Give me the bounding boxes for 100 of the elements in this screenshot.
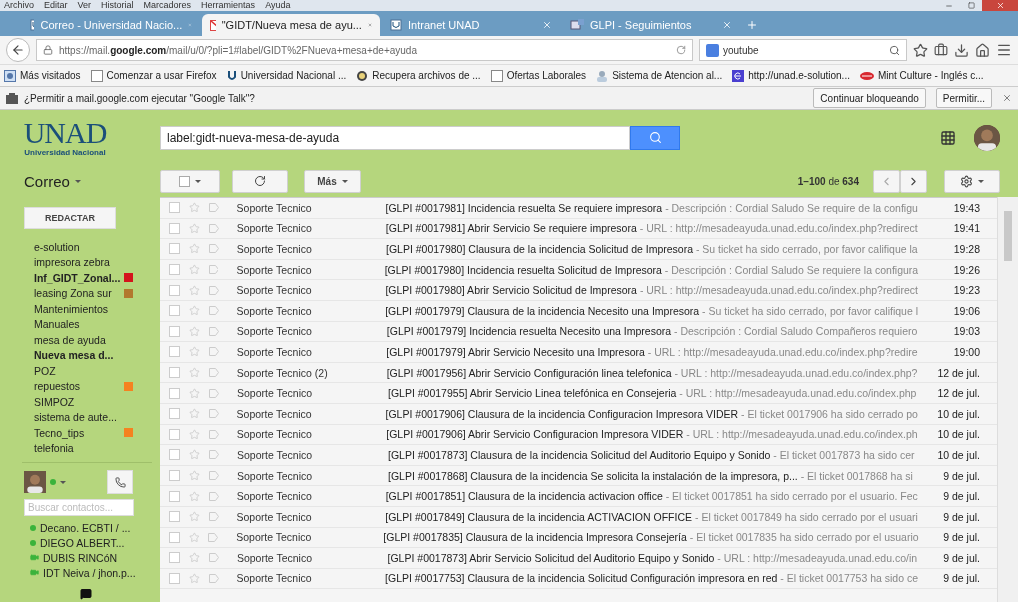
bookmark-item[interactable]: Comenzar a usar Firefox xyxy=(90,69,217,82)
label-item[interactable]: Inf_GIDT_Zonal... xyxy=(0,270,160,286)
checkbox[interactable] xyxy=(169,284,180,296)
email-row[interactable]: Soporte Tecnico [GLPI #0017980] Abrir Servicio Solicitud de Impresora - URL : http://mesadeayuda.unad.edu.co/index.php?redirect 19:23 xyxy=(160,280,997,301)
importance-marker-icon[interactable] xyxy=(208,429,219,439)
email-row[interactable]: Soporte Tecnico [GLPI #0017873] Abrir Servicio Solicitud del Auditorio Equipo y Sonido - URL : http://mesadeayuda.unad.edu.co/in 9 de jul. xyxy=(160,548,997,569)
label-item[interactable]: POZ xyxy=(0,363,160,379)
label-name[interactable]: e-solution xyxy=(34,240,133,253)
checkbox[interactable] xyxy=(169,264,180,276)
label-item[interactable]: sistema de aute... xyxy=(0,409,160,425)
label-item[interactable]: telefonia xyxy=(0,440,160,456)
star-icon[interactable] xyxy=(189,387,200,399)
email-row[interactable]: Soporte Tecnico [GLPI #0017979] Clausura de la incidencia Necesito una Impresora - Su ticket ha sido cerrado, por favor califique l 19:06 xyxy=(160,300,997,322)
star-icon[interactable] xyxy=(188,325,200,337)
label-name[interactable]: SIMPOZ xyxy=(34,395,133,408)
email-row[interactable]: Soporte Tecnico [GLPI #0017753] Clausura de la incidencia Solicitud Configuración impresora en red - El ticket 0017753 ha sido ce 9 de jul. xyxy=(160,568,997,590)
importance-marker-icon[interactable] xyxy=(208,223,219,233)
refresh-button[interactable] xyxy=(232,169,288,193)
contact-item[interactable]: Decano. ECBTI / ... xyxy=(0,520,160,535)
email-row[interactable]: Soporte Tecnico [GLPI #0017868] Clausura de la incidencia Se solicita la instalación de la impresora, p... - El ticket 0017868 ha si 9 de jul. xyxy=(160,465,997,487)
star-icon[interactable] xyxy=(188,243,200,255)
menu-item[interactable]: Ver xyxy=(77,0,92,11)
bookmark-star-icon[interactable] xyxy=(913,42,928,58)
checkbox[interactable] xyxy=(169,552,180,564)
download-icon[interactable] xyxy=(954,42,969,58)
close-icon[interactable] xyxy=(1002,93,1012,103)
bookmark-item[interactable]: http://unad.e-solution... xyxy=(732,69,850,82)
label-item[interactable]: leasing Zona sur xyxy=(0,285,160,301)
importance-marker-icon[interactable] xyxy=(208,347,219,357)
importance-marker-icon[interactable] xyxy=(208,409,219,419)
label-name[interactable]: telefonia xyxy=(34,442,133,455)
label-name[interactable]: impresora zebra xyxy=(34,256,133,269)
star-icon[interactable] xyxy=(188,305,200,317)
bookmark-item[interactable]: Sistema de Atencion al... xyxy=(596,69,723,82)
compose-button[interactable]: REDACTAR xyxy=(24,207,116,229)
bookmark-item[interactable]: Universidad Nacional ... xyxy=(226,69,347,82)
checkbox[interactable] xyxy=(169,449,180,461)
importance-marker-icon[interactable] xyxy=(208,491,219,501)
importance-marker-icon[interactable] xyxy=(208,265,219,275)
checkbox[interactable] xyxy=(169,408,180,420)
checkbox[interactable] xyxy=(169,387,180,399)
checkbox[interactable] xyxy=(169,428,180,440)
chat-icon[interactable] xyxy=(80,588,92,600)
menu-item[interactable]: Ayuda xyxy=(265,0,291,11)
importance-marker-icon[interactable] xyxy=(208,306,219,316)
notification-button[interactable]: Continuar bloqueando xyxy=(813,88,926,108)
email-row[interactable]: Soporte Tecnico [GLPI #0017906] Abrir Servicio Configuracion Impresora VIDER - URL : http://mesadeayuda.unad.edu.co/index.ph 10 de jul. xyxy=(160,424,997,446)
menu-item[interactable]: Herramientas xyxy=(201,0,256,11)
browser-tab[interactable]: "GIDT/Nueva mesa de ayu... xyxy=(202,14,380,36)
close-icon[interactable] xyxy=(722,20,732,30)
contact-search-field[interactable]: Buscar contactos... xyxy=(24,499,134,516)
home-icon[interactable] xyxy=(975,42,990,58)
star-icon[interactable] xyxy=(189,470,200,481)
status-dot[interactable] xyxy=(50,479,56,485)
importance-marker-icon[interactable] xyxy=(208,532,219,542)
back-button[interactable] xyxy=(6,38,30,62)
importance-marker-icon[interactable] xyxy=(209,388,219,398)
email-row[interactable]: Soporte Tecnico [GLPI #0017873] Clausura de la incidencia Solicitud del Auditorio Equipo y Sonido - El ticket 0017873 ha sido cer 10 de jul. xyxy=(160,445,997,466)
label-item[interactable]: Mantenimientos xyxy=(0,301,160,317)
importance-marker-icon[interactable] xyxy=(208,368,219,378)
email-row[interactable]: Soporte Tecnico [GLPI #0017979] Incidencia resuelta Necesito una Impresora - Descripción : Cordial Saludo Compañeros requiero 19:03 xyxy=(160,321,997,343)
checkbox[interactable] xyxy=(169,243,180,255)
bookmark-item[interactable]: Mint Culture - Inglés c... xyxy=(859,70,984,81)
menu-item[interactable]: Archivo xyxy=(4,0,34,11)
select-checkbox-button[interactable] xyxy=(160,169,220,193)
apps-grid-icon[interactable] xyxy=(940,129,956,146)
label-item[interactable]: Manuales xyxy=(0,316,160,332)
checkbox[interactable] xyxy=(169,325,180,337)
label-item[interactable]: Nueva mesa d... xyxy=(0,347,160,363)
label-name[interactable]: POZ xyxy=(34,364,133,377)
bookmark-item[interactable]: Recupera archivos de ... xyxy=(356,69,481,82)
label-item[interactable]: impresora zebra xyxy=(0,254,160,270)
more-button[interactable]: Más xyxy=(304,169,361,193)
star-icon[interactable] xyxy=(188,202,200,214)
email-row[interactable]: Soporte Tecnico [GLPI #0017955] Abrir Servicio Linea telefónica en Consejeria - URL : http://mesadeayuda.unad.edu.co/index.php 12 de jul. xyxy=(160,383,997,404)
importance-marker-icon[interactable] xyxy=(209,450,219,460)
email-row[interactable]: Soporte Tecnico [GLPI #0017980] Clausura de la incidencia Solicitud de Impresora - Su ticket ha sido cerrado, por favor califique la 19:28 xyxy=(160,239,997,260)
email-row[interactable]: Soporte Tecnico [GLPI #0017980] Incidencia resuelta Solicitud de Impresora - Descripción : Cordial Saludo Se requiere la configura 19:26 xyxy=(160,259,997,281)
briefcase-icon[interactable] xyxy=(934,43,948,57)
star-icon[interactable] xyxy=(188,367,200,379)
email-row[interactable]: Soporte Tecnico [GLPI #0017835] Clausura de la incidencia Impresora Consejería - El ticket 0017835 ha sido cerrado por el usuario 9 de jul. xyxy=(160,527,997,549)
label-name[interactable]: Mantenimientos xyxy=(34,302,133,315)
address-field[interactable]: https://mail.google.com/mail/u/0/?pli=1#label/GIDT%2FNueva+mesa+de+ayuda xyxy=(36,39,693,61)
contact-item[interactable]: DIEGO ALBERT... xyxy=(0,535,160,550)
app-title[interactable]: Correo xyxy=(0,172,160,190)
importance-marker-icon[interactable] xyxy=(208,326,219,336)
close-button[interactable] xyxy=(982,0,1018,11)
importance-marker-icon[interactable] xyxy=(208,203,219,213)
checkbox[interactable] xyxy=(169,490,180,502)
email-row[interactable]: Soporte Tecnico (2) [GLPI #0017956] Abrir Servicio Configuración linea telefonica - URL : http://mesadeayuda.unad.edu.co/index.php? 12 de jul. xyxy=(160,362,997,384)
scrollbar[interactable] xyxy=(997,197,1018,602)
star-icon[interactable] xyxy=(188,490,200,502)
checkbox[interactable] xyxy=(169,470,180,481)
search-icon[interactable] xyxy=(889,44,900,56)
label-name[interactable]: Nueva mesa d... xyxy=(34,349,133,362)
importance-marker-icon[interactable] xyxy=(208,244,219,254)
email-row[interactable]: Soporte Tecnico [GLPI #0017979] Abrir Servicio Necesito una Impresora - URL : http://mesadeayuda.unad.edu.co/index.php?redire 19:00 xyxy=(160,342,997,363)
star-icon[interactable] xyxy=(188,264,200,276)
star-icon[interactable] xyxy=(188,408,200,420)
star-icon[interactable] xyxy=(188,428,200,440)
